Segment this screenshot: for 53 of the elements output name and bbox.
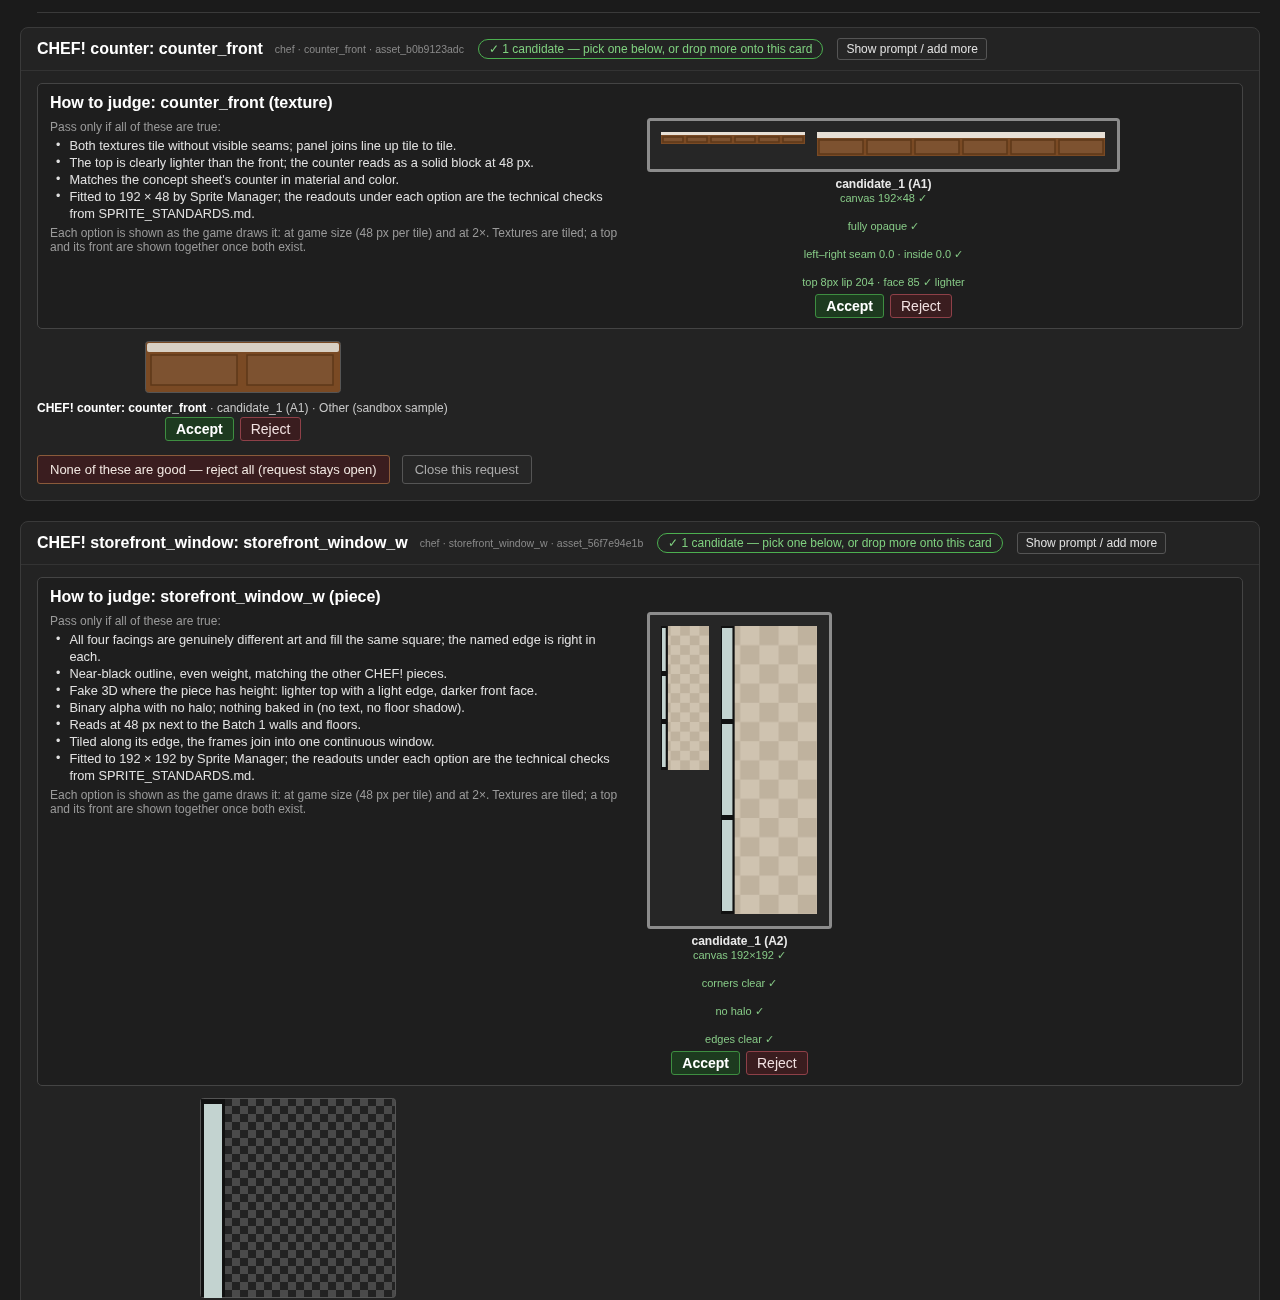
bullet: • <box>56 188 61 205</box>
accept-button[interactable]: Accept <box>165 417 234 441</box>
check-readout: canvas 192×48 ✓ <box>840 192 927 205</box>
criterion: Matches the concept sheet's counter in material and color. <box>69 171 400 188</box>
reject-button[interactable]: Reject <box>890 294 952 318</box>
bullet: • <box>56 750 61 767</box>
criterion: Both textures tile without visible seams; panel joins line up tile to tile. <box>69 137 457 154</box>
judge-intro: Pass only if all of these are true: <box>50 614 222 628</box>
criterion: All four facings are genuinely different art and fill the same square; the named edge is right in each. <box>69 631 597 665</box>
check-readout: top 8px lip 204 · face 85 ✓ lighter <box>802 276 965 289</box>
judge-note: Each option is shown as the game draws it: at game size (48 px per tile) and at 2×. Textures are tiled; a top and its front are shown together once both exist. <box>50 226 619 254</box>
check-readout: edges clear ✓ <box>705 1033 774 1046</box>
asset-meta: chef · storefront_window_w · asset_56f7e94e1b <box>419 537 644 549</box>
bullet: • <box>56 699 61 716</box>
asset-meta: chef · counter_front · asset_b0b9123adc <box>274 43 464 55</box>
check-readout: fully opaque ✓ <box>847 220 920 233</box>
sample-caption: CHEF! counter: counter_front · candidate_1 (A1) · Other (sandbox sample) <box>37 401 448 415</box>
request-title: CHEF! counter: counter_front <box>37 40 263 58</box>
judge-note: Each option is shown as the game draws it: at game size (48 px per tile) and at 2×. Textures are tiled; a top and its front are shown together once both exist. <box>50 788 619 816</box>
reject-button[interactable]: Reject <box>746 1051 808 1075</box>
candidate-label: candidate_1 (A1) <box>835 177 932 191</box>
criterion: Binary alpha with no halo; nothing baked in (no text, no floor shadow). <box>69 699 465 716</box>
judge-intro: Pass only if all of these are true: <box>50 120 222 134</box>
bullet: • <box>56 733 61 750</box>
bullet: • <box>56 665 61 682</box>
criterion: Reads at 48 px next to the Batch 1 walls and floors. <box>69 716 362 733</box>
bullet: • <box>56 154 61 171</box>
bullet: • <box>56 682 61 699</box>
criterion: Tiled along its edge, the frames join into one continuous window. <box>69 733 435 750</box>
reject-button[interactable]: Reject <box>239 417 302 441</box>
judge-heading: How to judge: counter_front (texture) <box>50 94 334 112</box>
criterion: Fake 3D where the piece has height: lighter top with a light edge, darker front face. <box>69 682 538 699</box>
request-title: CHEF! storefront_window: storefront_window_w <box>37 534 408 552</box>
show-prompt-button[interactable]: Show prompt / add more <box>1016 532 1167 554</box>
accept-button[interactable]: Accept <box>671 1051 740 1075</box>
bullet: • <box>56 171 61 188</box>
criterion: Fitted to 192 × 48 by Sprite Manager; the readouts under each option are the technical checks from SPRITE_STANDARDS.md. <box>69 188 604 222</box>
show-prompt-button[interactable]: Show prompt / add more <box>837 38 987 60</box>
criterion: Fitted to 192 × 192 by Sprite Manager; the readouts under each option are the technical checks from SPRITE_STANDARDS.md. <box>69 750 611 784</box>
bullet: • <box>56 631 61 648</box>
check-readout: left–right seam 0.0 · inside 0.0 ✓ <box>803 248 964 261</box>
accept-button[interactable]: Accept <box>815 294 884 318</box>
candidate-label: candidate_1 (A2) <box>691 934 788 948</box>
bullet: • <box>56 137 61 154</box>
bullet: • <box>56 716 61 733</box>
check-readout: corners clear ✓ <box>701 977 778 990</box>
criterion: The top is clearly lighter than the front; the counter reads as a solid block at 48 px. <box>69 154 534 171</box>
criterion: Near-black outline, even weight, matching the other CHEF! pieces. <box>69 665 448 682</box>
close-request-button[interactable]: Close this request <box>401 455 532 484</box>
check-readout: canvas 192×192 ✓ <box>692 949 787 962</box>
judge-heading: How to judge: storefront_window_w (piece) <box>50 588 382 606</box>
reject-all-button[interactable]: None of these are good — reject all (request stays open) <box>37 455 390 484</box>
check-readout: no halo ✓ <box>715 1005 764 1018</box>
